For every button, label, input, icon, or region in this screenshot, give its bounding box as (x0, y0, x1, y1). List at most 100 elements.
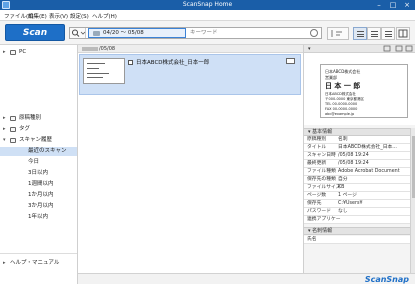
search-group: 04/20 ～ 05/08 (69, 27, 322, 39)
detail-view-button[interactable] (367, 27, 381, 40)
date-group-header: /05/08 (78, 45, 303, 53)
sidebar-item-3months[interactable]: 3か月以内 (0, 202, 77, 211)
sidebar-item-help[interactable]: ▸ ヘルプ・マニュアル (0, 259, 77, 268)
prop-value[interactable]: 日本ABCD株式会社_日本... (338, 144, 408, 152)
prop-row: 最終更新/05/08 19:24 (304, 160, 412, 168)
business-card-image: 日本ABCD株式会社 営業部 日 本 一 郎 日本ABCD株式会社 〒000-0… (320, 64, 408, 118)
sidebar-item-tag[interactable]: ▸ タグ (0, 125, 77, 134)
menu-bar: ファイル(F) 編集(E) 表示(V) 設定(S) ヘルプ(H) (0, 10, 415, 21)
menu-help[interactable]: ヘルプ(H) (92, 12, 117, 20)
collapse-arrow-icon[interactable]: ▾ (3, 136, 6, 145)
card-line: TEL 00-0000-0000 (325, 102, 358, 106)
sidebar-label: ヘルプ・マニュアル (10, 260, 60, 266)
preview-tools (383, 45, 413, 52)
prop-value: Adobe Acrobat Document (338, 169, 400, 174)
menu-view[interactable]: 表示(V) (49, 12, 68, 20)
search-icon (72, 29, 86, 37)
prop-row: 保存先の種類 自分 (304, 176, 412, 184)
sidebar-item-1year[interactable]: 1年以内 (0, 213, 77, 222)
prop-value[interactable]: C:¥Users¥ (338, 200, 408, 208)
card-line: abc@example.jp (325, 112, 355, 116)
calendar-icon (93, 31, 100, 36)
thumbnail-view-button[interactable] (381, 27, 395, 40)
prop-value: なし (338, 209, 348, 214)
properties-scrollbar[interactable] (410, 128, 415, 273)
sidebar-item-pc[interactable]: ▸ PC (0, 48, 77, 57)
open-icon[interactable] (405, 45, 413, 52)
title-bar: ScanSnap Home – □ × (0, 0, 415, 10)
prop-key: 連携アプリケー (307, 217, 341, 222)
card-line: FAX 00-0000-0000 (325, 107, 358, 111)
minimize-button[interactable]: – (372, 0, 386, 10)
card-info-header[interactable]: ▾ 名刺情報 (304, 227, 415, 235)
sidebar-item-recent-scans[interactable]: 最近のスキャン (0, 147, 77, 156)
document-item[interactable]: 日本ABCD株式会社_日本一郎 (79, 54, 301, 95)
scansnap-logo: ScanSnap (364, 275, 409, 284)
redacted-year (82, 46, 98, 51)
rotate-icon[interactable] (395, 45, 403, 52)
sort-button[interactable] (327, 27, 349, 40)
sidebar-item-3days[interactable]: 3日以内 (0, 169, 77, 178)
expand-arrow-icon[interactable]: ▸ (3, 48, 6, 57)
date-range-text: 04/20 ～ 05/08 (103, 30, 144, 36)
prop-value: KB (338, 185, 345, 190)
prop-key: 原稿種別 (307, 137, 327, 142)
basic-info-header[interactable]: ▾ 基本情報 (304, 128, 415, 136)
collapse-arrow-icon[interactable]: ▾ (308, 46, 311, 52)
document-checkbox[interactable] (128, 60, 133, 65)
prop-row: 氏名 (304, 236, 412, 244)
sidebar-label: 原稿種別 (19, 115, 42, 121)
status-bar: ScanSnap (78, 273, 415, 284)
business-card-preview[interactable]: 日本ABCD株式会社 営業部 日 本 一 郎 日本ABCD株式会社 〒000-0… (304, 53, 415, 125)
prop-key: パスワード (307, 209, 331, 214)
group-date-label: /05/08 (99, 46, 116, 52)
prop-value: /05/08 19:24 (338, 153, 369, 158)
prop-key: タイトル (307, 145, 327, 150)
window-title: ScanSnap Home (182, 1, 233, 8)
document-thumbnail[interactable] (83, 58, 125, 84)
section-title: 基本情報 (312, 129, 333, 135)
toolbar: Scan 04/20 ～ 05/08 (0, 21, 415, 45)
prop-value: /05/08 19:24 (338, 161, 369, 166)
sidebar: ▸ PC ▸ 原稿種別 ▸ タグ ▾ スキャン履歴 最近のスキャン 今日 3日以… (0, 45, 78, 284)
preview-pane-icon (398, 29, 408, 38)
prop-key: 保存先 (307, 201, 322, 206)
prop-row: ファイルサイズ KB (304, 184, 412, 192)
edit-icon[interactable] (383, 45, 391, 52)
document-list: /05/08 日本ABCD株式会社_日本一郎 (78, 45, 303, 273)
preview-pane-button[interactable] (396, 27, 410, 40)
prop-row: パスワード なし (304, 208, 412, 216)
expand-arrow-icon[interactable]: ▸ (3, 114, 6, 123)
menu-settings[interactable]: 設定(S) (70, 12, 89, 20)
date-range-filter[interactable]: 04/20 ～ 05/08 (88, 28, 186, 38)
prop-value[interactable]: 名刺 (338, 136, 408, 144)
document-type-icon (10, 116, 16, 121)
document-title[interactable]: 日本ABCD株式会社_日本一郎 (136, 58, 209, 66)
sidebar-item-today[interactable]: 今日 (0, 158, 77, 167)
history-icon (10, 138, 16, 143)
sidebar-item-scan-history[interactable]: ▾ スキャン履歴 (0, 136, 77, 145)
sidebar-label: 3か月以内 (28, 203, 54, 209)
list-view-button[interactable] (353, 27, 367, 40)
sidebar-item-1week[interactable]: 1週間以内 (0, 180, 77, 189)
search-options-button[interactable] (70, 28, 86, 38)
scan-button[interactable]: Scan (5, 24, 65, 41)
prop-row: スキャン日時/05/08 19:24 (304, 152, 412, 160)
sidebar-label: PC (19, 49, 27, 55)
menu-edit[interactable]: 編集(E) (28, 12, 47, 20)
card-name: 日 本 一 郎 (325, 82, 361, 90)
clear-search-button[interactable] (310, 29, 318, 37)
prop-row: 保存先 C:¥Users¥ (304, 200, 412, 208)
expand-arrow-icon[interactable]: ▸ (3, 125, 6, 134)
section-title: 名刺情報 (312, 228, 333, 234)
maximize-button[interactable]: □ (386, 0, 400, 10)
prop-row: 原稿種別 名刺 (304, 136, 412, 144)
sidebar-item-1month[interactable]: 1か月以内 (0, 191, 77, 200)
close-button[interactable]: × (400, 0, 414, 10)
keyword-input[interactable] (190, 28, 308, 38)
list-view-icon (357, 31, 364, 37)
sidebar-label: 1週間以内 (28, 181, 54, 187)
pc-icon (10, 50, 16, 55)
expand-arrow-icon[interactable]: ▸ (3, 259, 6, 268)
sidebar-item-document-type[interactable]: ▸ 原稿種別 (0, 114, 77, 123)
